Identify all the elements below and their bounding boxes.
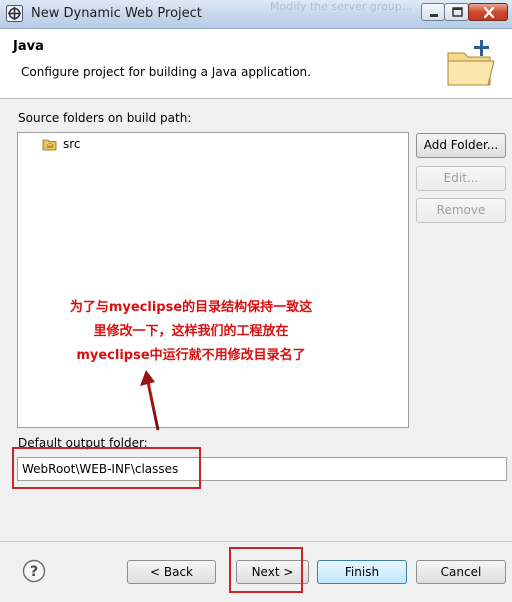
annotation-line: myeclipse中运行就不用修改目录名了	[76, 348, 306, 363]
highlight-box-next	[229, 547, 303, 593]
package-folder-icon	[42, 139, 57, 151]
annotation-line: 为了与myeclipse的目录结构保持一致这	[69, 300, 313, 315]
back-button[interactable]: < Back	[127, 560, 216, 584]
window-title: New Dynamic Web Project	[31, 6, 202, 21]
tree-item-src[interactable]: src	[42, 137, 81, 151]
help-icon[interactable]: ?	[22, 559, 46, 583]
add-folder-button[interactable]: Add Folder...	[416, 133, 506, 158]
maximize-icon	[452, 7, 463, 17]
close-icon	[483, 6, 495, 19]
cancel-button[interactable]: Cancel	[416, 560, 506, 584]
page-title: Java	[13, 39, 44, 54]
edit-button[interactable]: Edit...	[416, 166, 506, 191]
source-folders-tree[interactable]: src	[17, 132, 409, 428]
svg-text:?: ?	[30, 564, 38, 580]
new-folder-wizard-icon	[447, 40, 495, 86]
title-bar: New Dynamic Web Project Modify the serve…	[0, 0, 512, 29]
close-button[interactable]	[468, 3, 508, 21]
highlight-box-output	[12, 447, 201, 489]
annotation-arrow-icon	[140, 370, 160, 431]
maximize-button[interactable]	[444, 3, 469, 21]
finish-button[interactable]: Finish	[317, 560, 407, 584]
annotation-line: 里修改一下，这样我们的工程放在	[93, 324, 289, 339]
tree-item-label: src	[63, 137, 81, 151]
minimize-icon	[430, 14, 438, 17]
wizard-header: Java Configure project for building a Ja…	[0, 29, 512, 99]
eclipse-window-icon	[6, 5, 23, 22]
page-description: Configure project for building a Java ap…	[21, 65, 311, 79]
remove-button[interactable]: Remove	[416, 198, 506, 223]
background-window-text: Modify the server group...	[270, 0, 413, 13]
source-folders-label: Source folders on build path:	[18, 111, 192, 125]
minimize-button[interactable]	[421, 3, 445, 21]
annotation-text: 为了与myeclipse的目录结构保持一致这 里修改一下，这样我们的工程放在 m…	[46, 296, 336, 368]
footer-divider	[0, 541, 512, 542]
